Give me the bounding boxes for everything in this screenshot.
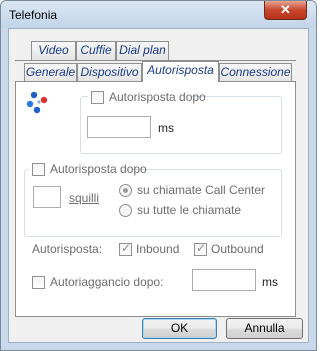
close-button[interactable]: ✕ (264, 1, 307, 20)
close-icon: ✕ (280, 2, 291, 17)
window-title: Telefonia (9, 8, 58, 22)
tab-generale[interactable]: Generale (24, 63, 77, 82)
tab-cuffie[interactable]: Cuffie (76, 41, 116, 60)
autoanswer-ms-unit: ms (158, 121, 174, 135)
autoanswer-row-label: Autorisposta: (32, 242, 103, 256)
inbound-label: Inbound (136, 242, 180, 256)
tab-dial-plan[interactable]: Dial plan (116, 41, 169, 60)
autohangup-label: Autoriaggancio dopo: (50, 275, 164, 289)
all-calls-radio[interactable] (119, 204, 132, 217)
autoanswer-ms-header: Autorisposta dopo (88, 90, 206, 104)
autohangup-ms-unit: ms (262, 275, 278, 289)
tab-dispositivo[interactable]: Dispositivo (77, 63, 142, 82)
rings-count-input[interactable] (33, 186, 61, 208)
tab-panel-autorisposta: Autorisposta dopo ms Autorisposta dopo s… (15, 81, 296, 317)
rings-group-header: Autorisposta dopo (29, 162, 147, 176)
autoanswer-delay-label: Autorisposta dopo (109, 90, 206, 104)
rings-unit-label: squilli (69, 191, 100, 205)
outbound-checkbox[interactable] (194, 241, 207, 256)
callcenter-calls-label: su chiamate Call Center (137, 183, 266, 197)
callcenter-calls-radio[interactable] (119, 184, 132, 197)
autohangup-checkbox[interactable] (32, 276, 45, 289)
autoanswer-delay-checkbox[interactable] (91, 91, 104, 104)
autohangup-ms-input[interactable] (192, 269, 256, 291)
rings-delay-checkbox[interactable] (32, 163, 45, 176)
tab-video[interactable]: Video (31, 41, 76, 60)
autoanswer-ms-input[interactable] (87, 116, 151, 138)
all-calls-label: su tutte le chiamate (137, 203, 242, 217)
rings-delay-label: Autorisposta dopo (50, 162, 147, 176)
telefonia-window: Telefonia ✕ Video Cuffie Dial plan Gener… (0, 0, 317, 351)
tab-connessione[interactable]: Connessione (219, 63, 292, 82)
outbound-label: Outbound (211, 242, 264, 256)
cancel-button[interactable]: Annulla (226, 318, 303, 339)
dialog-client-area: Video Cuffie Dial plan Generale Disposit… (8, 28, 309, 343)
ok-button[interactable]: OK (142, 318, 217, 339)
inbound-checkbox[interactable] (119, 241, 132, 256)
title-bar[interactable]: Telefonia ✕ (1, 1, 316, 28)
users-network-icon (26, 91, 48, 114)
tab-autorisposta[interactable]: Autorisposta (142, 61, 219, 82)
